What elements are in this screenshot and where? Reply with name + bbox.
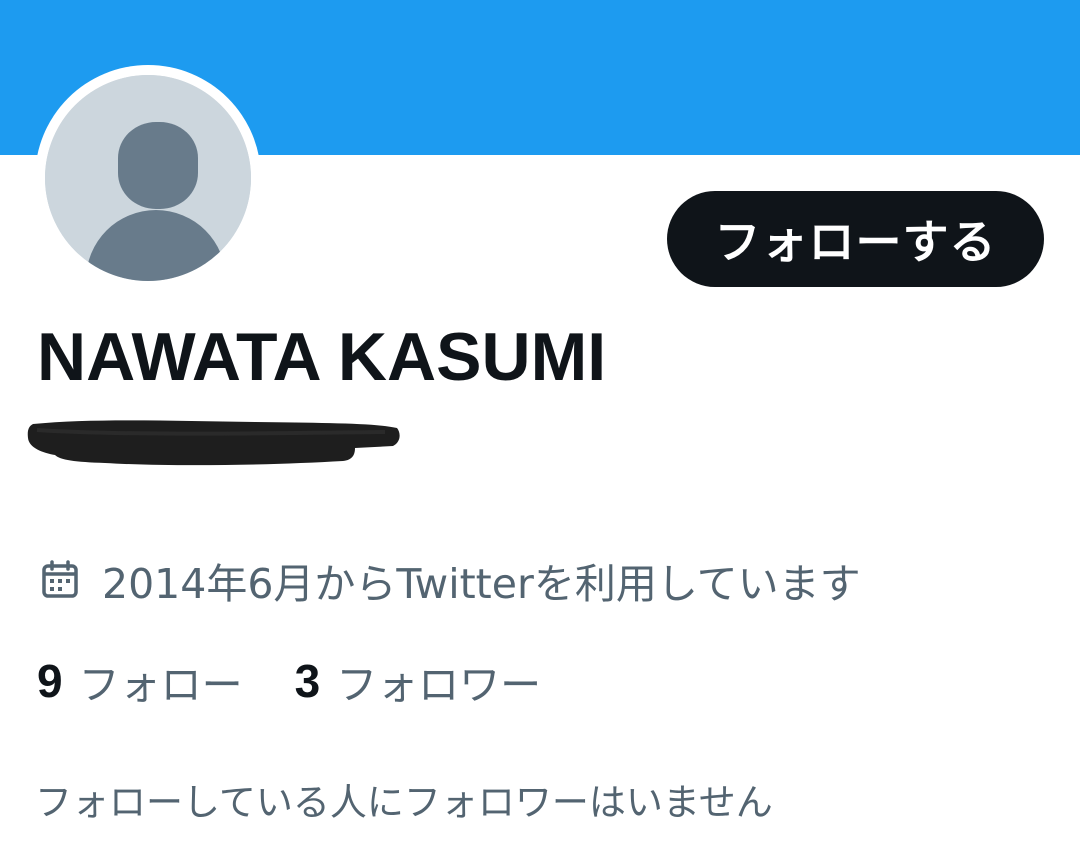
avatar-silhouette xyxy=(45,75,251,281)
default-profile-icon xyxy=(45,75,251,281)
follow-stats: 9 フォロー 3 フォロワー xyxy=(37,651,541,711)
redacted-handle xyxy=(27,420,400,466)
follow-button[interactable]: フォローする xyxy=(667,191,1044,287)
avatar[interactable] xyxy=(35,65,261,291)
display-name: NAWATA KASUMI xyxy=(37,319,607,395)
followers-link[interactable]: 3 フォロワー xyxy=(295,651,542,711)
calendar-icon xyxy=(42,560,78,598)
following-count: 9 xyxy=(37,655,63,707)
mutual-followers-text: フォローしている人にフォロワーはいません xyxy=(35,781,773,824)
joined-date-text: 2014年6月からTwitterを利用しています xyxy=(102,560,861,608)
following-link[interactable]: 9 フォロー xyxy=(37,651,243,711)
profile-page: フォローする NAWATA KASUMI 2014年6月からTwitterを利用… xyxy=(0,0,1080,863)
joined-date-row: 2014年6月からTwitterを利用しています xyxy=(40,550,861,610)
followers-label: フォロワー xyxy=(336,661,542,709)
following-label: フォロー xyxy=(78,661,243,709)
followers-count: 3 xyxy=(294,655,321,707)
